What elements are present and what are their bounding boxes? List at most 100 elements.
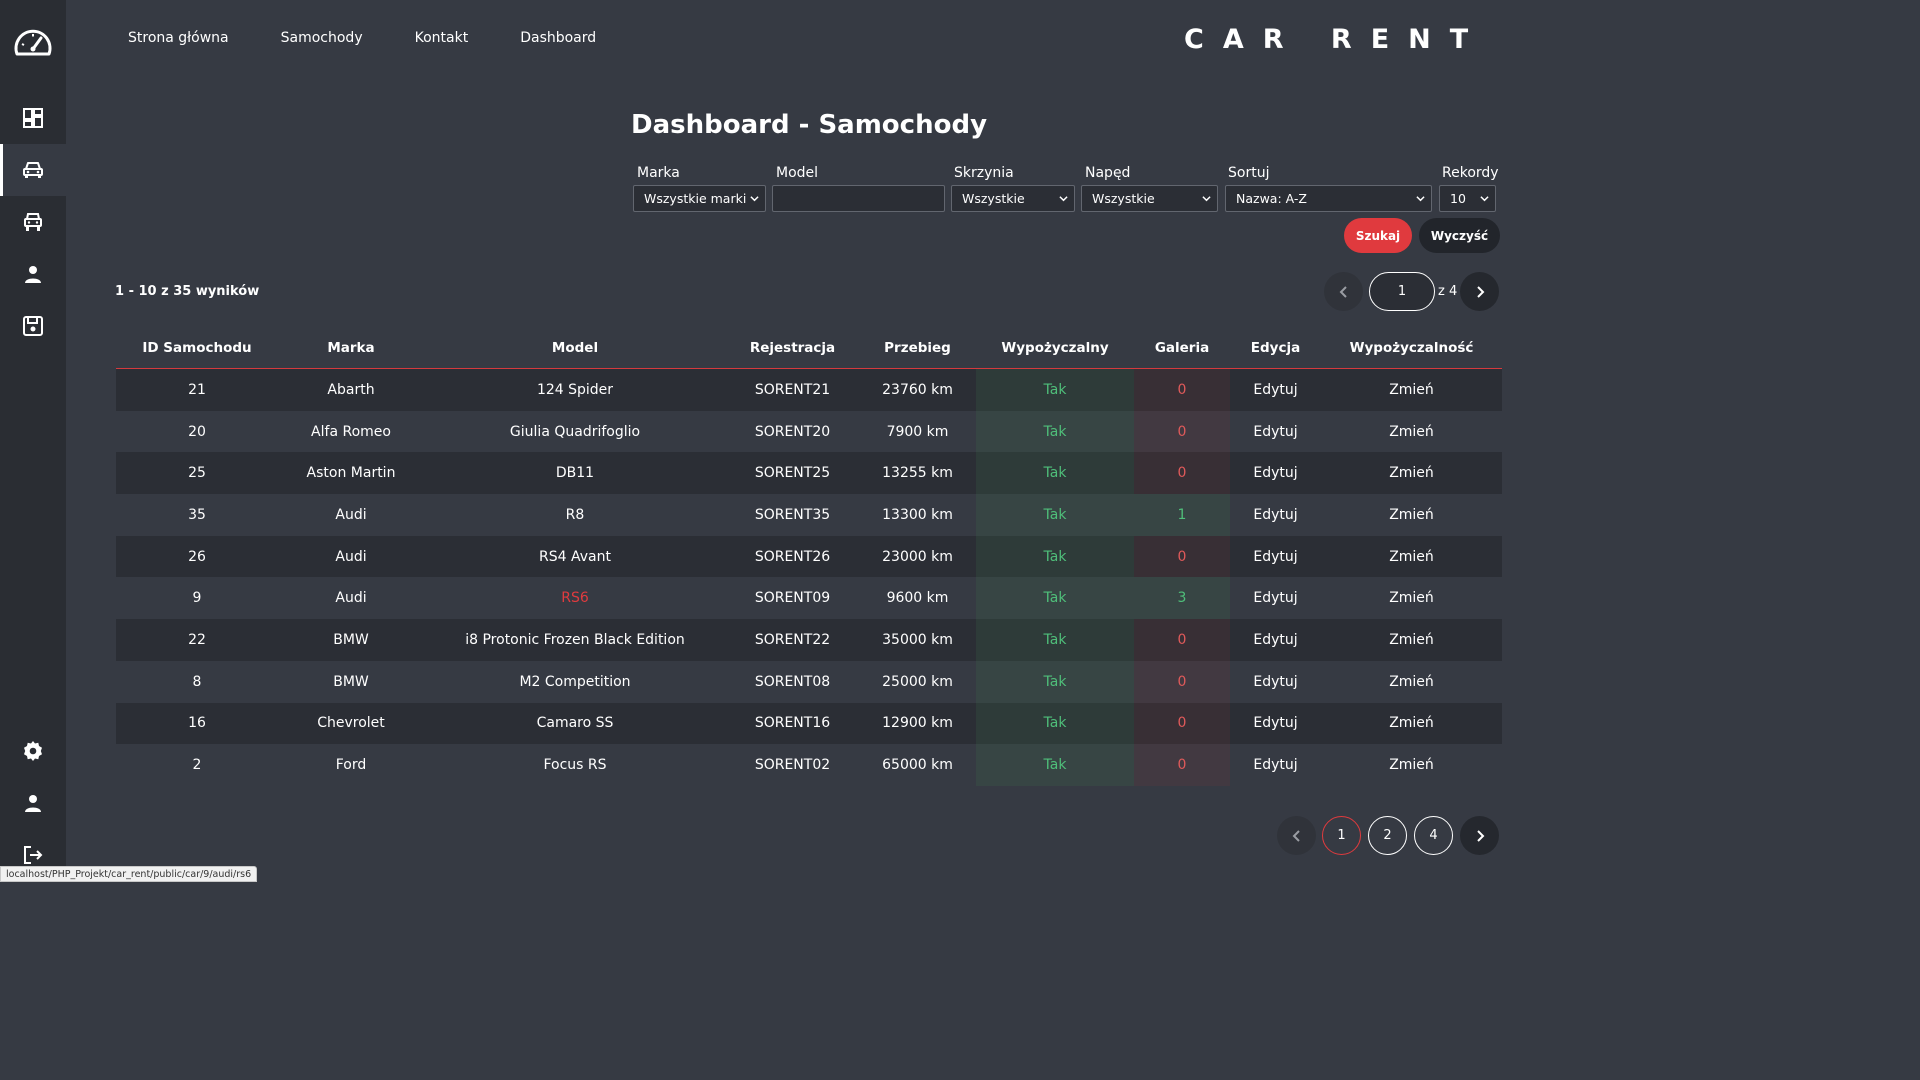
nav-link-cars[interactable]: Samochody: [281, 30, 363, 46]
car-model[interactable]: Focus RS: [424, 744, 726, 786]
column-header[interactable]: Model: [424, 328, 726, 368]
gallery-count[interactable]: 0: [1134, 744, 1230, 786]
model-label: Model: [776, 165, 819, 181]
next-page-button[interactable]: [1460, 272, 1499, 311]
brand-logo[interactable]: CAR RENT: [1184, 24, 1487, 55]
table-row[interactable]: 20 Alfa Romeo Giulia Quadrifoglio SORENT20 7…: [116, 410, 1502, 453]
table-row[interactable]: 9 Audi RS6 SORENT09 9600 km Tak 3 Edytuj Zmień: [116, 577, 1502, 620]
gallery-count[interactable]: 3: [1134, 577, 1230, 620]
change-availability-link[interactable]: Zmień: [1321, 703, 1502, 745]
page-number-input[interactable]: 1: [1369, 272, 1435, 311]
car-brand: BMW: [333, 631, 369, 648]
rentable-status: Tak: [976, 744, 1134, 786]
car-brand: Alfa Romeo: [311, 423, 391, 440]
column-header[interactable]: Galeria: [1134, 328, 1230, 368]
column-header[interactable]: Wypożyczalny: [976, 328, 1134, 368]
change-availability-link[interactable]: Zmień: [1321, 369, 1502, 411]
edit-link[interactable]: Edytuj: [1230, 619, 1321, 661]
change-availability-link[interactable]: Zmień: [1321, 452, 1502, 494]
gallery-count[interactable]: 0: [1134, 369, 1230, 411]
rentable-status: Tak: [976, 619, 1134, 661]
page-button[interactable]: 4: [1414, 816, 1453, 855]
user-icon[interactable]: [0, 777, 66, 829]
car-model[interactable]: RS6: [424, 577, 726, 619]
column-header[interactable]: ID Samochodu: [116, 328, 278, 368]
edit-link[interactable]: Edytuj: [1230, 452, 1321, 494]
car-brand: Ford: [335, 757, 367, 774]
gallery-count[interactable]: 0: [1134, 702, 1230, 745]
table-row[interactable]: 16 Chevrolet Camaro SS SORENT16 12900 km Tak 0…: [116, 702, 1502, 745]
column-header[interactable]: Przebieg: [859, 328, 976, 368]
car-model[interactable]: Giulia Quadrifoglio: [424, 411, 726, 453]
column-header[interactable]: Edycja: [1230, 328, 1321, 368]
edit-link[interactable]: Edytuj: [1230, 577, 1321, 619]
change-availability-link[interactable]: Zmień: [1321, 494, 1502, 536]
edit-link[interactable]: Edytuj: [1230, 536, 1321, 578]
car-model[interactable]: M2 Competition: [424, 661, 726, 703]
speedometer-icon[interactable]: [0, 19, 66, 71]
page-button[interactable]: 1: [1322, 816, 1361, 855]
nav-link-home[interactable]: Strona główna: [128, 30, 229, 46]
next-page-button[interactable]: [1460, 816, 1499, 855]
change-availability-link[interactable]: Zmień: [1321, 411, 1502, 453]
column-header[interactable]: Marka: [278, 328, 424, 368]
car-model[interactable]: Camaro SS: [424, 703, 726, 745]
nav-link-contact[interactable]: Kontakt: [415, 30, 469, 46]
change-availability-link[interactable]: Zmień: [1321, 536, 1502, 578]
column-header[interactable]: Wypożyczalność: [1321, 328, 1502, 368]
edit-link[interactable]: Edytuj: [1230, 661, 1321, 703]
car-model[interactable]: DB11: [424, 452, 726, 494]
marka-select[interactable]: Wszystkie marki: [633, 185, 766, 212]
gallery-count[interactable]: 0: [1134, 619, 1230, 661]
car-mileage: 9600 km: [886, 590, 949, 607]
skrzynia-select[interactable]: Wszystkie: [951, 185, 1075, 212]
table-row[interactable]: 35 Audi R8 SORENT35 13300 km Tak 1 Edytuj Zmień: [116, 494, 1502, 536]
car-model[interactable]: i8 Protonic Frozen Black Edition: [424, 619, 726, 661]
car-front-icon[interactable]: [0, 196, 66, 248]
column-header[interactable]: Rejestracja: [726, 328, 859, 368]
prev-page-button[interactable]: [1277, 816, 1316, 855]
gallery-count[interactable]: 0: [1134, 535, 1230, 578]
sortuj-select[interactable]: Nazwa: A-Z: [1225, 185, 1432, 212]
naped-select[interactable]: Wszystkie: [1081, 185, 1218, 212]
prev-page-button[interactable]: [1324, 272, 1363, 311]
clear-button[interactable]: Wyczyść: [1419, 218, 1500, 253]
car-model[interactable]: RS4 Avant: [424, 536, 726, 578]
search-button[interactable]: Szukaj: [1344, 218, 1412, 253]
gallery-count[interactable]: 0: [1134, 410, 1230, 453]
car-brand: Audi: [335, 548, 367, 565]
change-availability-link[interactable]: Zmień: [1321, 661, 1502, 703]
change-availability-link[interactable]: Zmień: [1321, 744, 1502, 786]
table-row[interactable]: 8 BMW M2 Competition SORENT08 25000 km Tak 0 Ed…: [116, 660, 1502, 703]
gallery-count[interactable]: 0: [1134, 452, 1230, 495]
page-button[interactable]: 2: [1368, 816, 1407, 855]
model-input[interactable]: [772, 185, 945, 212]
page-title: Dashboard - Samochody: [630, 110, 988, 140]
car-registration: SORENT08: [754, 673, 831, 690]
edit-link[interactable]: Edytuj: [1230, 703, 1321, 745]
edit-link[interactable]: Edytuj: [1230, 369, 1321, 411]
gallery-count[interactable]: 0: [1134, 660, 1230, 703]
car-mileage: 7900 km: [886, 423, 949, 440]
save-icon[interactable]: [0, 300, 66, 352]
table-row[interactable]: 22 BMW i8 Protonic Frozen Black Edition SOR…: [116, 619, 1502, 661]
table-row[interactable]: 21 Abarth 124 Spider SORENT21 23760 km Tak 0 Ed…: [116, 369, 1502, 411]
table-row[interactable]: 2 Ford Focus RS SORENT02 65000 km Tak 0 Edytuj Z…: [116, 744, 1502, 786]
table-row[interactable]: 25 Aston Martin DB11 SORENT25 13255 km Tak 0 Ed…: [116, 452, 1502, 495]
car-model[interactable]: 124 Spider: [424, 369, 726, 411]
rekordy-select[interactable]: 10: [1439, 185, 1496, 212]
table-row[interactable]: 26 Audi RS4 Avant SORENT26 23000 km Tak 0 Edytu…: [116, 535, 1502, 578]
page-total: z 4: [1438, 284, 1458, 299]
gear-icon[interactable]: [0, 725, 66, 777]
edit-link[interactable]: Edytuj: [1230, 411, 1321, 453]
car-icon[interactable]: [0, 144, 66, 196]
user-icon[interactable]: [0, 248, 66, 300]
car-registration: SORENT02: [754, 757, 831, 774]
change-availability-link[interactable]: Zmień: [1321, 619, 1502, 661]
edit-link[interactable]: Edytuj: [1230, 744, 1321, 786]
gallery-count[interactable]: 1: [1134, 494, 1230, 536]
change-availability-link[interactable]: Zmień: [1321, 577, 1502, 619]
edit-link[interactable]: Edytuj: [1230, 494, 1321, 536]
nav-link-dashboard[interactable]: Dashboard: [520, 30, 596, 46]
car-model[interactable]: R8: [424, 494, 726, 536]
